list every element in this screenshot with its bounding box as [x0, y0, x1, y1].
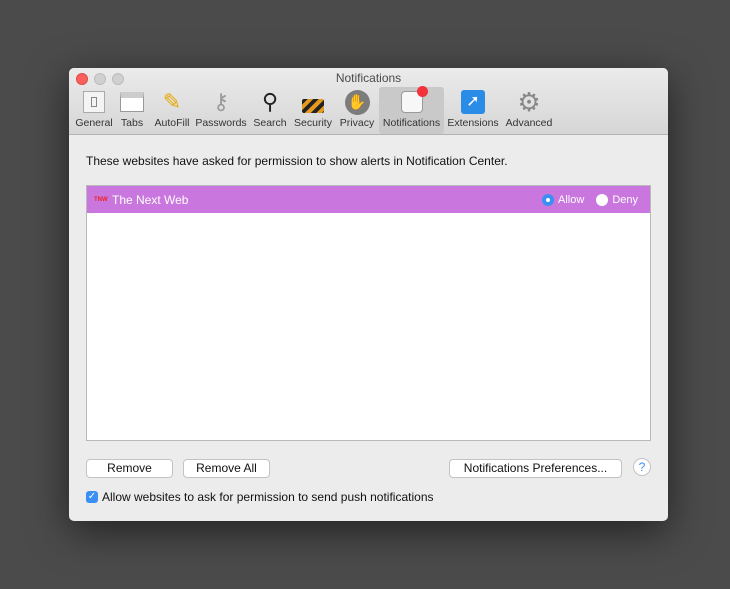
allow-radio[interactable]: Allow	[542, 193, 584, 206]
notifications-preferences-button[interactable]: Notifications Preferences...	[449, 459, 622, 478]
allow-push-checkbox[interactable]: ✓ Allow websites to ask for permission t…	[86, 490, 434, 504]
window-title: Notifications	[335, 71, 402, 85]
gear-icon: ⚙	[517, 86, 541, 117]
deny-radio[interactable]: Deny	[596, 193, 638, 206]
tab-advanced[interactable]: ⚙ Advanced	[503, 87, 555, 134]
tab-autofill[interactable]: ✎ AutoFill	[151, 87, 193, 134]
tab-search[interactable]: ⚲ Search	[252, 87, 288, 134]
tab-security[interactable]: Security	[291, 87, 335, 134]
magnifier-icon: ⚲	[261, 89, 279, 114]
lock-icon	[300, 89, 326, 115]
pencil-icon: ✎	[162, 89, 182, 114]
websites-list[interactable]: TNW The Next Web Allow Deny	[86, 185, 651, 441]
checkmark-icon: ✓	[86, 491, 98, 503]
tab-extensions[interactable]: ➚ Extensions	[446, 87, 500, 134]
key-icon: ⚷	[212, 89, 230, 114]
tab-tabs[interactable]: Tabs	[117, 87, 147, 134]
puzzle-compass-icon: ➚	[460, 89, 486, 115]
help-button[interactable]: ?	[633, 458, 651, 476]
title-bar: Notifications General Tabs ✎ AutoFill ⚷ …	[69, 68, 668, 135]
site-favicon: TNW	[94, 196, 108, 203]
preferences-window: Notifications General Tabs ✎ AutoFill ⚷ …	[69, 68, 668, 521]
notification-icon	[399, 86, 428, 115]
radio-unselected-icon	[596, 193, 609, 206]
description-text: These websites have asked for permission…	[86, 154, 508, 168]
remove-all-button[interactable]: Remove All	[183, 459, 270, 478]
tabs-icon	[119, 89, 145, 115]
remove-button[interactable]: Remove	[86, 459, 173, 478]
site-name: The Next Web	[112, 192, 189, 207]
tab-passwords[interactable]: ⚷ Passwords	[195, 87, 247, 134]
tab-general[interactable]: General	[73, 87, 115, 134]
switch-icon	[81, 89, 107, 115]
tab-notifications[interactable]: Notifications	[379, 86, 444, 134]
radio-selected-icon	[542, 193, 555, 206]
list-item[interactable]: TNW The Next Web Allow Deny	[87, 186, 650, 213]
hand-icon: ✋	[344, 89, 370, 115]
tab-privacy[interactable]: ✋ Privacy	[337, 87, 377, 134]
